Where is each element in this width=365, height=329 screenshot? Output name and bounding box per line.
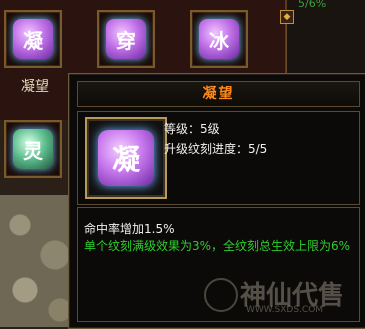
engraving-gem-icon: 穿 [106,19,146,59]
engraving-gem-icon: 凝 [13,19,53,59]
inventory-slot-1[interactable]: 凝 [4,10,62,68]
scroll-arrow-icon[interactable]: ◆ [280,10,294,24]
upgrade-progress-text: 升级纹刻进度：5/5 [164,142,268,156]
effect-note-text: 单个纹刻满级效果为3%，全纹刻总生效上限为6% [84,239,351,253]
engraving-gem-icon: 冰 [199,19,239,59]
engraving-gem-icon: 凝 [98,130,154,186]
watermark-brand: 神仙代售 [240,281,345,311]
tooltip-title: 凝望 [202,86,235,102]
effect-text: 命中率增加1.5% [84,222,175,236]
tooltip-info-section: 凝 等级：5级 升级纹刻进度：5/5 [77,111,360,205]
engraving-gem-icon: 灵 [13,129,53,169]
watermark-url: WWW.SXDS.COM [246,305,324,315]
inventory-slot-4[interactable]: 灵 [4,120,62,178]
tooltip-icon-frame: 凝 [85,117,167,199]
inventory-slot-3[interactable]: 冰 [190,10,248,68]
tooltip-header: 凝望 [77,81,360,107]
watermark-logo-icon [204,278,238,312]
level-text: 等级：5级 [164,122,220,136]
inventory-slot-2[interactable]: 穿 [97,10,155,68]
slot-label: 凝望 [21,79,49,95]
right-panel-text: 5/6% [298,0,327,10]
